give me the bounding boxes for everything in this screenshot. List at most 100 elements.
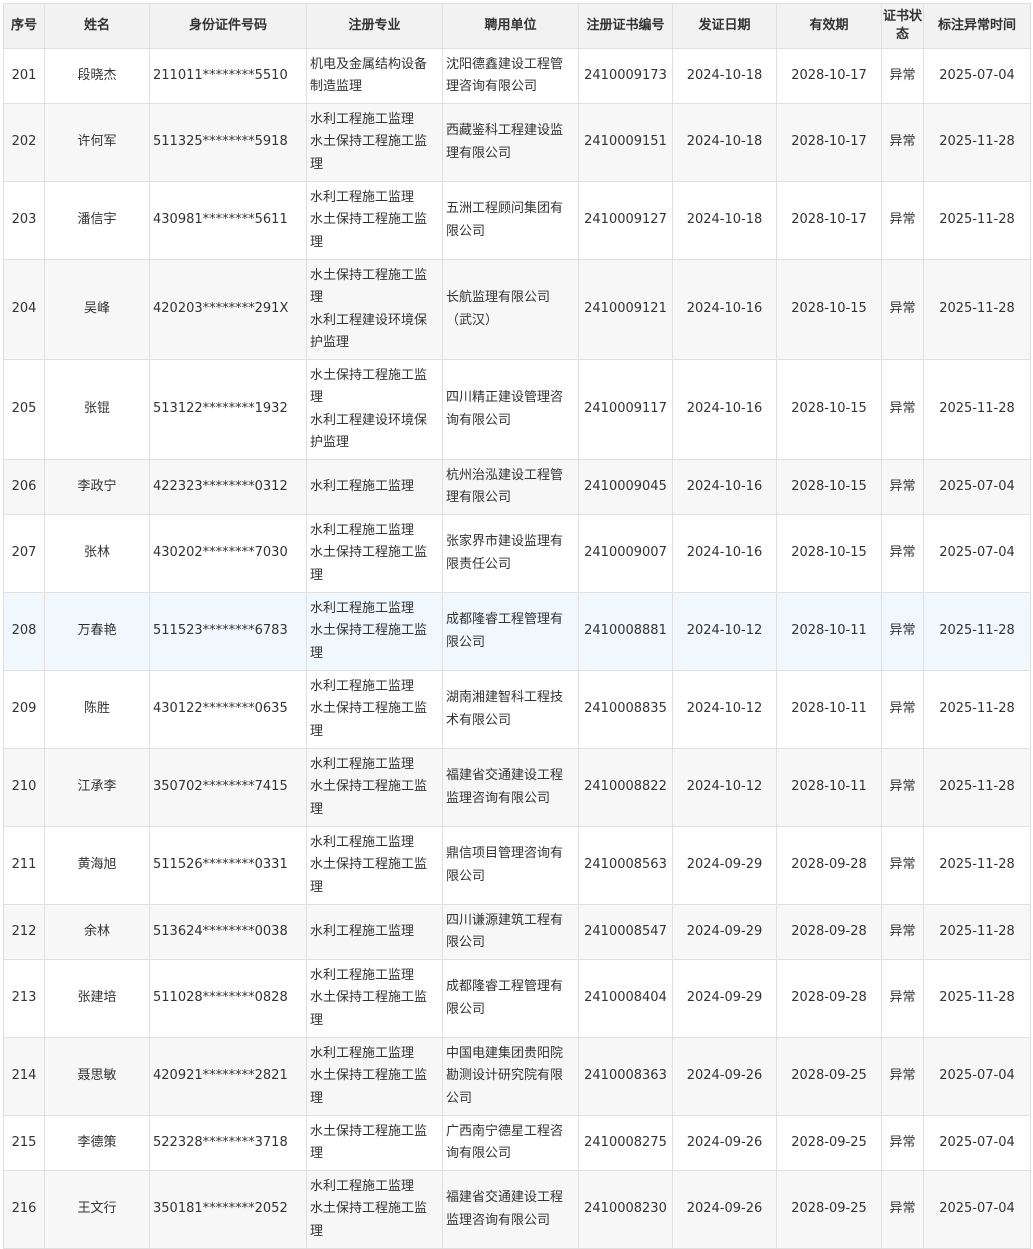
cell-major: 水利工程施工监理 bbox=[306, 459, 443, 515]
cell-major: 水土保持工程施工监理 水利工程建设环境保护监理 bbox=[306, 359, 443, 460]
cell-id-no: 420203********291X bbox=[149, 259, 307, 360]
cell-status: 异常 bbox=[881, 904, 924, 960]
cell-major: 水利工程施工监理 水土保持工程施工监理 bbox=[306, 103, 443, 182]
cell-name: 张林 bbox=[44, 514, 150, 593]
col-header-id-no: 身份证件号码 bbox=[149, 3, 307, 49]
table-row: 216 王文行 350181********2052 水利工程施工监理 水土保持工程施工… bbox=[3, 1170, 1031, 1249]
cell-name: 李德策 bbox=[44, 1115, 150, 1171]
col-header-abnormal-time: 标注异常时间 bbox=[923, 3, 1031, 49]
cell-major: 水利工程施工监理 水土保持工程施工监理 bbox=[306, 592, 443, 671]
table-row: 213 张建培 511028********0828 水利工程施工监理 水土保持工程施工… bbox=[3, 959, 1031, 1038]
cell-id-no: 422323********0312 bbox=[149, 459, 307, 515]
cell-name: 吴峰 bbox=[44, 259, 150, 360]
cell-employer: 福建省交通建设工程监理咨询有限公司 bbox=[442, 748, 579, 827]
cell-name: 江承李 bbox=[44, 748, 150, 827]
cell-valid-until: 2028-10-11 bbox=[776, 592, 882, 671]
cell-name: 万春艳 bbox=[44, 592, 150, 671]
cell-status: 异常 bbox=[881, 959, 924, 1038]
cell-issue-date: 2024-10-18 bbox=[672, 181, 777, 260]
cell-id-no: 211011********5510 bbox=[149, 48, 307, 104]
cell-cert-no: 2410008822 bbox=[578, 748, 673, 827]
cell-id-no: 511523********6783 bbox=[149, 592, 307, 671]
cell-issue-date: 2024-10-16 bbox=[672, 459, 777, 515]
col-header-issue-date: 发证日期 bbox=[672, 3, 777, 49]
table-row: 201 段晓杰 211011********5510 机电及金属结构设备制造监理 沈阳德… bbox=[3, 48, 1031, 104]
cell-major: 水利工程施工监理 水土保持工程施工监理 bbox=[306, 1037, 443, 1116]
cell-valid-until: 2028-10-15 bbox=[776, 514, 882, 593]
table-row: 202 许何军 511325********5918 水利工程施工监理 水土保持工程施工… bbox=[3, 103, 1031, 182]
cell-valid-until: 2028-10-15 bbox=[776, 259, 882, 360]
cell-id-no: 511028********0828 bbox=[149, 959, 307, 1038]
cell-abnormal-time: 2025-11-28 bbox=[923, 959, 1031, 1038]
cell-valid-until: 2028-10-17 bbox=[776, 103, 882, 182]
cell-abnormal-time: 2025-11-28 bbox=[923, 103, 1031, 182]
table-row: 207 张林 430202********7030 水利工程施工监理 水土保持工程施工监… bbox=[3, 514, 1031, 593]
cell-valid-until: 2028-10-11 bbox=[776, 748, 882, 827]
cell-issue-date: 2024-10-18 bbox=[672, 103, 777, 182]
cell-abnormal-time: 2025-07-04 bbox=[923, 514, 1031, 593]
cell-major: 水利工程施工监理 水土保持工程施工监理 bbox=[306, 959, 443, 1038]
cell-status: 异常 bbox=[881, 826, 924, 905]
cell-seq: 215 bbox=[3, 1115, 45, 1171]
cell-employer: 鼎信项目管理咨询有限公司 bbox=[442, 826, 579, 905]
cell-major: 水利工程施工监理 水土保持工程施工监理 bbox=[306, 1170, 443, 1249]
cell-cert-no: 2410008835 bbox=[578, 670, 673, 749]
table-row: 212 余林 513624********0038 水利工程施工监理 四川谦源建筑工程有… bbox=[3, 904, 1031, 960]
cell-issue-date: 2024-10-16 bbox=[672, 514, 777, 593]
cell-major: 水土保持工程施工监理 水利工程建设环境保护监理 bbox=[306, 259, 443, 360]
cell-abnormal-time: 2025-11-28 bbox=[923, 826, 1031, 905]
cell-status: 异常 bbox=[881, 181, 924, 260]
cell-issue-date: 2024-10-18 bbox=[672, 48, 777, 104]
cell-employer: 湖南湘建智科工程技术有限公司 bbox=[442, 670, 579, 749]
cell-name: 潘信宇 bbox=[44, 181, 150, 260]
cell-valid-until: 2028-10-17 bbox=[776, 48, 882, 104]
table-row: 208 万春艳 511523********6783 水利工程施工监理 水土保持工程施工… bbox=[3, 592, 1031, 671]
cell-employer: 中国电建集团贵阳院勘测设计研究院有限公司 bbox=[442, 1037, 579, 1116]
cell-employer: 西藏鉴科工程建设监理有限公司 bbox=[442, 103, 579, 182]
cell-cert-no: 2410009007 bbox=[578, 514, 673, 593]
cell-id-no: 522328********3718 bbox=[149, 1115, 307, 1171]
cell-abnormal-time: 2025-11-28 bbox=[923, 904, 1031, 960]
cell-id-no: 511325********5918 bbox=[149, 103, 307, 182]
cell-seq: 203 bbox=[3, 181, 45, 260]
cell-id-no: 430122********0635 bbox=[149, 670, 307, 749]
cell-status: 异常 bbox=[881, 48, 924, 104]
cell-employer: 五洲工程顾问集团有限公司 bbox=[442, 181, 579, 260]
cell-cert-no: 2410008275 bbox=[578, 1115, 673, 1171]
col-header-employer: 聘用单位 bbox=[442, 3, 579, 49]
cell-seq: 205 bbox=[3, 359, 45, 460]
cell-employer: 广西南宁德星工程咨询有限公司 bbox=[442, 1115, 579, 1171]
cell-issue-date: 2024-09-29 bbox=[672, 904, 777, 960]
cell-id-no: 513624********0038 bbox=[149, 904, 307, 960]
cell-valid-until: 2028-09-28 bbox=[776, 826, 882, 905]
cell-id-no: 420921********2821 bbox=[149, 1037, 307, 1116]
cell-valid-until: 2028-09-28 bbox=[776, 959, 882, 1038]
cell-abnormal-time: 2025-11-28 bbox=[923, 748, 1031, 827]
cell-status: 异常 bbox=[881, 1115, 924, 1171]
cell-id-no: 430202********7030 bbox=[149, 514, 307, 593]
cell-seq: 209 bbox=[3, 670, 45, 749]
cell-cert-no: 2410009121 bbox=[578, 259, 673, 360]
cell-cert-no: 2410008563 bbox=[578, 826, 673, 905]
cell-major: 水利工程施工监理 水土保持工程施工监理 bbox=[306, 670, 443, 749]
col-header-name: 姓名 bbox=[44, 3, 150, 49]
cell-seq: 210 bbox=[3, 748, 45, 827]
cell-issue-date: 2024-10-12 bbox=[672, 592, 777, 671]
cell-status: 异常 bbox=[881, 359, 924, 460]
cell-name: 黄海旭 bbox=[44, 826, 150, 905]
cell-status: 异常 bbox=[881, 592, 924, 671]
cell-major: 水利工程施工监理 水土保持工程施工监理 bbox=[306, 826, 443, 905]
cell-valid-until: 2028-10-17 bbox=[776, 181, 882, 260]
cell-status: 异常 bbox=[881, 103, 924, 182]
cell-abnormal-time: 2025-07-04 bbox=[923, 1037, 1031, 1116]
cell-major: 机电及金属结构设备制造监理 bbox=[306, 48, 443, 104]
cell-abnormal-time: 2025-07-04 bbox=[923, 48, 1031, 104]
cell-name: 段晓杰 bbox=[44, 48, 150, 104]
cell-status: 异常 bbox=[881, 514, 924, 593]
cell-id-no: 513122********1932 bbox=[149, 359, 307, 460]
cell-employer: 成都隆睿工程管理有限公司 bbox=[442, 592, 579, 671]
cell-status: 异常 bbox=[881, 1170, 924, 1249]
cell-employer: 长航监理有限公司（武汉） bbox=[442, 259, 579, 360]
cell-seq: 206 bbox=[3, 459, 45, 515]
cell-major: 水利工程施工监理 水土保持工程施工监理 bbox=[306, 181, 443, 260]
